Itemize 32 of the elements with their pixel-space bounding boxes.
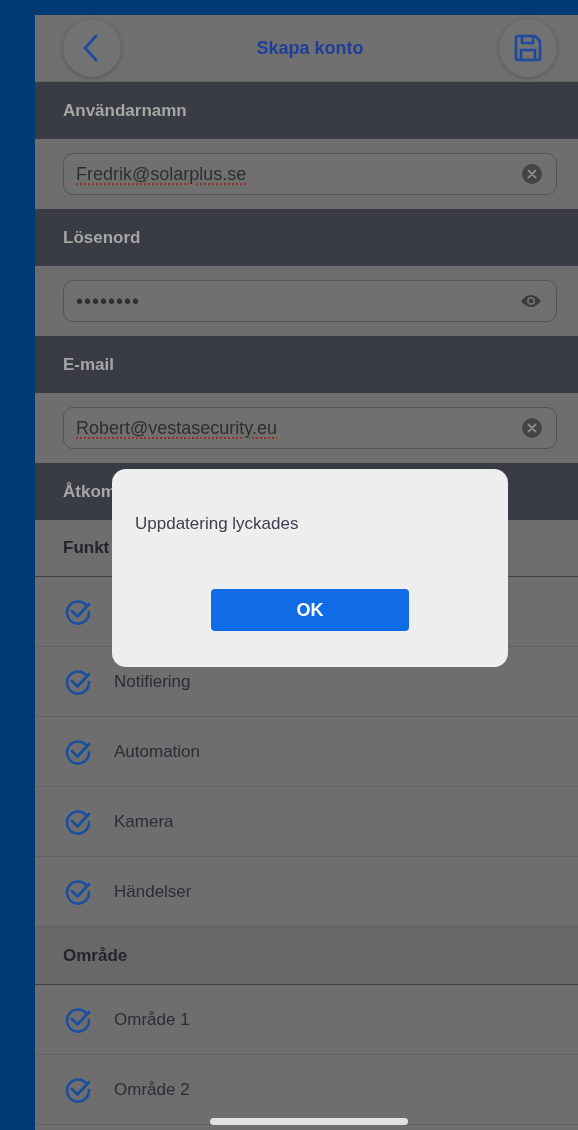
list-row[interactable]: Kamera <box>35 787 578 857</box>
check-circle-icon[interactable] <box>64 667 92 696</box>
item-label: Område 2 <box>114 1079 190 1100</box>
check-circle-icon[interactable] <box>64 1075 92 1104</box>
check-circle-icon[interactable] <box>64 1005 92 1034</box>
eye-icon[interactable] <box>520 293 542 309</box>
item-label: Område 1 <box>114 1009 190 1030</box>
back-button[interactable] <box>63 19 121 77</box>
list-row[interactable]: Automation <box>35 717 578 787</box>
input-field[interactable]: Fredrik@solarplus.se <box>63 153 557 195</box>
item-label: Händelser <box>114 881 192 902</box>
page-title: Skapa konto <box>256 37 364 59</box>
check-circle-icon[interactable] <box>64 597 92 626</box>
item-label: Kamera <box>114 811 174 832</box>
check-circle-icon[interactable] <box>64 807 92 836</box>
list-row[interactable]: Område 1 <box>35 985 578 1055</box>
group-title: Funkt <box>63 538 110 558</box>
check-circle-icon[interactable] <box>64 877 92 906</box>
group-title: Område <box>63 945 128 966</box>
item-label: Automation <box>114 741 200 762</box>
ok-button[interactable]: OK <box>211 589 409 631</box>
save-button[interactable] <box>499 19 557 77</box>
dialog-message: Uppdatering lyckades <box>135 514 300 534</box>
check-circle-icon[interactable] <box>64 737 92 766</box>
clear-icon[interactable] <box>522 418 542 438</box>
section-title: Lösenord <box>63 227 141 248</box>
input-field[interactable]: Robert@vestasecurity.eu <box>63 407 557 449</box>
input-field[interactable]: •••••••• <box>63 280 557 322</box>
section-title: Användarnamn <box>63 100 187 121</box>
item-label: Notifiering <box>114 671 191 692</box>
section-title: E-mail <box>63 354 115 375</box>
clear-icon[interactable] <box>522 164 542 184</box>
